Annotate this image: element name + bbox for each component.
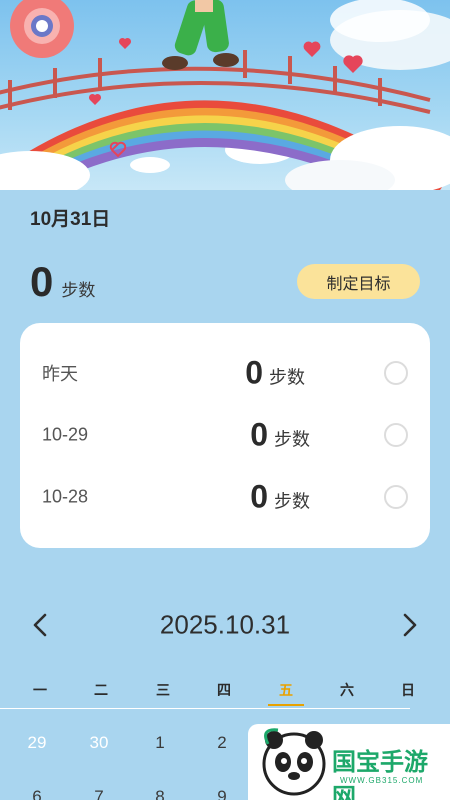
history-steps-value: 0 — [245, 354, 263, 391]
history-select-radio[interactable] — [384, 423, 408, 447]
history-steps-unit: 步数 — [274, 491, 310, 512]
history-steps: 0 步数 — [250, 479, 310, 516]
weekday-label: 四 — [217, 682, 231, 698]
weekday-label: 日 — [401, 682, 415, 698]
history-steps-value: 0 — [250, 416, 268, 453]
calendar-navigation: 2025.10.31 — [0, 600, 450, 650]
calendar-day[interactable]: 8 — [140, 787, 180, 800]
history-select-radio[interactable] — [384, 485, 408, 509]
today-steps-unit: 步数 — [61, 281, 96, 300]
chevron-right-icon[interactable] — [395, 610, 425, 640]
history-card: 昨天 0 步数 10-29 0 步数 10-28 0 步数 — [20, 323, 430, 548]
calendar-day[interactable]: 29 — [17, 733, 57, 753]
history-steps-value: 0 — [250, 478, 268, 515]
weekday-label: 六 — [340, 682, 354, 698]
history-day-label: 10-28 — [42, 486, 89, 507]
panda-icon — [262, 728, 326, 796]
calendar-day[interactable]: 7 — [79, 787, 119, 800]
history-row[interactable]: 10-28 0 步数 — [20, 466, 430, 528]
watermark-logo: 国宝手游网 WWW.GB315.COM — [248, 724, 450, 800]
history-day-label: 昨天 — [42, 364, 78, 384]
weekday-label: 一 — [33, 682, 47, 698]
rainbow-bridge-illustration — [0, 0, 450, 190]
history-steps-unit: 步数 — [274, 429, 310, 450]
history-row[interactable]: 昨天 0 步数 — [20, 342, 430, 404]
date-title: 10月31日 — [30, 209, 111, 230]
calendar-day[interactable]: 6 — [17, 787, 57, 800]
today-steps-value: 0 — [30, 258, 54, 305]
weekday-divider — [0, 708, 410, 709]
calendar-day[interactable]: 1 — [140, 733, 180, 753]
history-steps-unit: 步数 — [269, 367, 305, 388]
weekday-label-active: 五 — [266, 676, 306, 706]
today-steps: 0 步数 — [30, 258, 95, 306]
watermark-brand: 国宝手游网 — [332, 749, 428, 800]
history-select-radio[interactable] — [384, 361, 408, 385]
calendar-day[interactable]: 9 — [202, 787, 242, 800]
history-steps: 0 步数 — [250, 417, 310, 454]
hero-illustration — [0, 0, 450, 190]
calendar-day[interactable]: 30 — [79, 733, 119, 753]
history-row[interactable]: 10-29 0 步数 — [20, 404, 430, 466]
weekday-header: 一 二 三 四 五 六 日 — [0, 676, 450, 706]
watermark-site: WWW.GB315.COM — [340, 776, 424, 785]
history-steps: 0 步数 — [245, 355, 305, 392]
calendar-current-date: 2025.10.31 — [159, 609, 291, 640]
calendar-day[interactable]: 2 — [202, 733, 242, 753]
set-goal-button[interactable]: 制定目标 — [297, 264, 420, 299]
weekday-label: 二 — [94, 682, 108, 698]
weekday-label: 三 — [156, 682, 170, 698]
history-day-label: 10-29 — [42, 424, 89, 445]
